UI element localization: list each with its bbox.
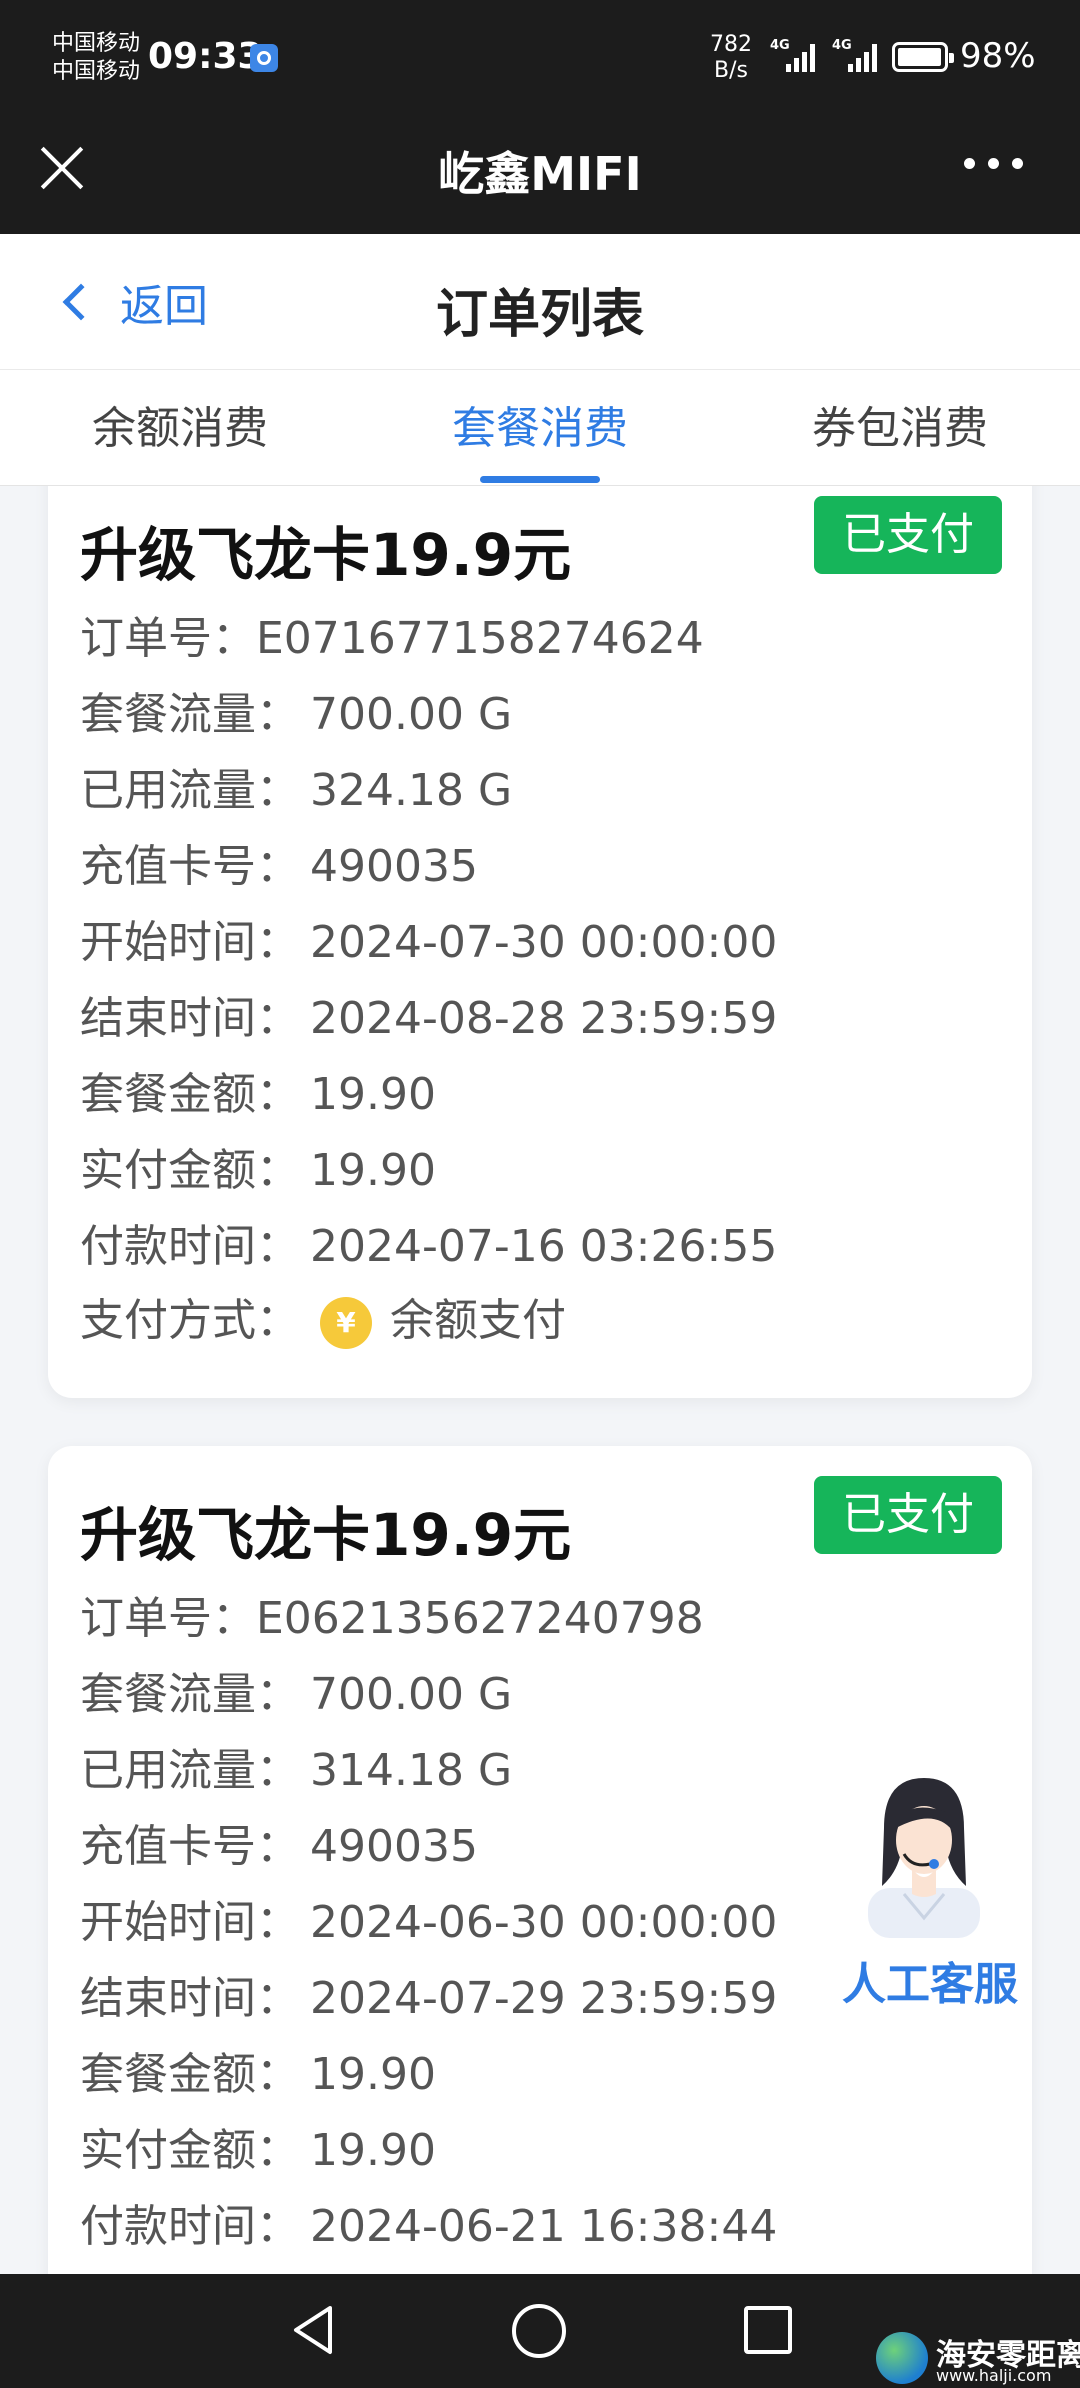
status-badge: 已支付 — [814, 496, 1002, 574]
agent-avatar-icon — [868, 1778, 980, 1938]
package-data-row: 套餐流量： 700.00 G — [80, 678, 512, 742]
order-card: 升级飞龙卡19.9元 已支付 订单号：E071677158274624 套餐流量… — [48, 486, 1032, 1398]
package-data-row: 套餐流量： 700.00 G — [80, 1658, 512, 1722]
tab-bar: 余额消费 套餐消费 券包消费 — [0, 370, 1080, 486]
customer-service-label: 人工客服 — [842, 1959, 1018, 2010]
active-tab-indicator — [480, 476, 600, 483]
field-label: 结束时间： — [80, 993, 300, 1044]
field-value: 2024-07-30 00:00:00 — [310, 917, 778, 968]
payment-time-row: 付款时间： 2024-07-16 03:26:55 — [80, 1210, 777, 1274]
package-amount-row: 套餐金额： 19.90 — [80, 2038, 436, 2102]
field-label: 已用流量： — [80, 1745, 300, 1796]
payment-method-row: 支付方式： ¥ 余额支付 — [80, 1284, 566, 1349]
order-number-row: 订单号：E071677158274624 — [80, 602, 704, 666]
tab-coupon-consumption[interactable]: 券包消费 — [720, 392, 1080, 456]
field-label: 付款时间： — [80, 1221, 300, 1272]
network-speed-value: 782 — [710, 32, 752, 57]
field-value: 19.90 — [310, 2125, 436, 2176]
start-time-row: 开始时间： 2024-07-30 00:00:00 — [80, 906, 777, 970]
clock: 09:33 — [148, 36, 263, 77]
nav-back-icon[interactable] — [286, 2302, 342, 2358]
signal-1-tag: 4G — [770, 38, 790, 53]
paid-amount-row: 实付金额： 19.90 — [80, 2114, 436, 2178]
field-value: 2024-06-30 00:00:00 — [310, 1897, 778, 1948]
nav-bar: 返回 订单列表 — [0, 234, 1080, 370]
status-bar: 中国移动 中国移动 09:33 782 B/s 4G 4G 98% — [0, 0, 1080, 118]
app-header: 屹鑫MIFI — [0, 118, 1080, 234]
card-number-row: 充值卡号： 490035 — [80, 830, 478, 894]
yen-coin-icon: ¥ — [320, 1297, 372, 1349]
field-label: 充值卡号： — [80, 1821, 300, 1872]
field-value: 2024-07-16 03:26:55 — [310, 1221, 778, 1272]
field-value: 324.18 G — [310, 765, 513, 816]
field-label: 订单号： — [80, 1593, 256, 1644]
battery-percent: 98% — [960, 36, 1036, 76]
field-label: 开始时间： — [80, 1897, 300, 1948]
end-time-row: 结束时间： 2024-07-29 23:59:59 — [80, 1962, 777, 2026]
used-data-row: 已用流量： 314.18 G — [80, 1734, 512, 1798]
app-title: 屹鑫MIFI — [438, 147, 642, 201]
field-label: 套餐流量： — [80, 689, 300, 740]
end-time-row: 结束时间： 2024-08-28 23:59:59 — [80, 982, 777, 1046]
field-label: 套餐金额： — [80, 2049, 300, 2100]
field-label: 支付方式： — [80, 1295, 300, 1346]
field-value: 2024-06-21 16:38:44 — [310, 2201, 778, 2252]
watermark-url: www.halji.com — [936, 2366, 1052, 2385]
field-label: 订单号： — [80, 613, 256, 664]
field-value: 700.00 G — [310, 1669, 513, 1720]
battery-fill — [898, 48, 942, 66]
field-label: 付款时间： — [80, 2201, 300, 2252]
start-time-row: 开始时间： 2024-06-30 00:00:00 — [80, 1886, 777, 1950]
tab-package-consumption[interactable]: 套餐消费 — [360, 392, 720, 456]
camera-notification-icon — [250, 44, 278, 72]
field-value: 490035 — [310, 1821, 478, 1872]
field-value: 2024-07-29 23:59:59 — [310, 1973, 778, 2024]
payment-method-value: 余额支付 — [390, 1295, 566, 1346]
field-value: 490035 — [310, 841, 478, 892]
field-value: 2024-08-28 23:59:59 — [310, 993, 778, 1044]
nav-recent-apps-icon[interactable] — [744, 2306, 792, 2354]
field-label: 套餐金额： — [80, 1069, 300, 1120]
field-label: 开始时间： — [80, 917, 300, 968]
network-speed: 782 B/s — [710, 32, 752, 84]
signal-1-icon: 4G — [770, 38, 818, 72]
page-title: 订单列表 — [435, 285, 644, 345]
field-value: 19.90 — [310, 2049, 436, 2100]
field-value: E071677158274624 — [256, 613, 704, 664]
network-speed-unit: B/s — [714, 58, 748, 83]
field-label: 实付金额： — [80, 2125, 300, 2176]
field-value: 19.90 — [310, 1145, 436, 1196]
order-title: 升级飞龙卡19.9元 — [80, 521, 572, 589]
signal-2-icon: 4G — [832, 38, 880, 72]
order-title: 升级飞龙卡19.9元 — [80, 1501, 572, 1569]
tab-balance-consumption[interactable]: 余额消费 — [0, 392, 360, 456]
nav-home-icon[interactable] — [512, 2304, 566, 2358]
watermark-logo-icon — [876, 2332, 928, 2384]
package-amount-row: 套餐金额： 19.90 — [80, 1058, 436, 1122]
signal-2-tag: 4G — [832, 38, 852, 53]
payment-time-row: 付款时间： 2024-06-21 16:38:44 — [80, 2190, 777, 2254]
field-label: 充值卡号： — [80, 841, 300, 892]
customer-service-button[interactable]: 人工客服 — [830, 1768, 1030, 2010]
paid-amount-row: 实付金额： 19.90 — [80, 1134, 436, 1198]
field-label: 已用流量： — [80, 765, 300, 816]
carrier-info: 中国移动 中国移动 — [52, 30, 140, 86]
used-data-row: 已用流量： 324.18 G — [80, 754, 512, 818]
carrier-2: 中国移动 — [52, 59, 141, 84]
field-label: 实付金额： — [80, 1145, 300, 1196]
field-label: 套餐流量： — [80, 1669, 300, 1720]
carrier-1: 中国移动 — [52, 31, 141, 56]
status-badge: 已支付 — [814, 1476, 1002, 1554]
field-value: 314.18 G — [310, 1745, 513, 1796]
card-number-row: 充值卡号： 490035 — [80, 1810, 478, 1874]
field-label: 结束时间： — [80, 1973, 300, 2024]
more-options-icon[interactable] — [964, 158, 1028, 174]
order-number-row: 订单号：E062135627240798 — [80, 1582, 704, 1646]
field-value: E062135627240798 — [256, 1593, 704, 1644]
field-value: 700.00 G — [310, 689, 513, 740]
battery-icon — [892, 42, 954, 72]
field-value: 19.90 — [310, 1069, 436, 1120]
